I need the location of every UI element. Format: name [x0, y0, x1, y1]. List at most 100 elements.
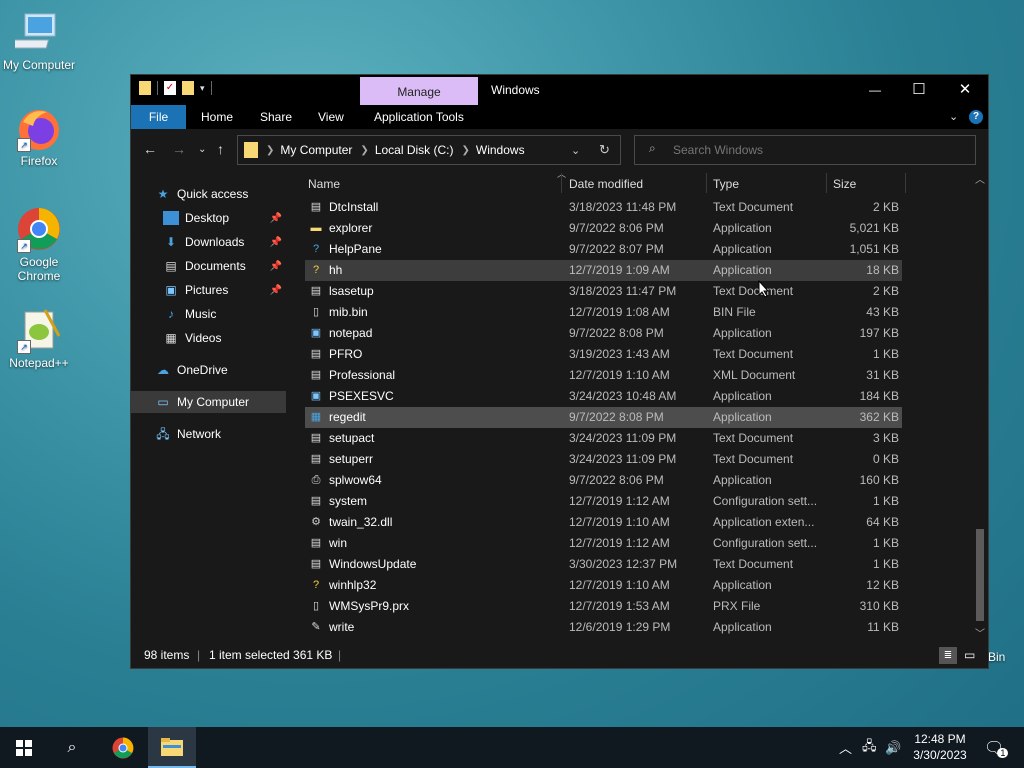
- show-hidden-icons[interactable]: ︿: [839, 727, 852, 768]
- tab-application-tools[interactable]: Application Tools: [374, 105, 464, 129]
- nav-pictures[interactable]: ▣ Pictures 📌: [131, 279, 286, 301]
- up-button[interactable]: ↑: [217, 141, 224, 157]
- notification-center[interactable]: 🗨 1: [984, 727, 1015, 768]
- file-row-windowsupdate[interactable]: ▤ WindowsUpdate 3/30/2023 12:37 PM Text Doc…: [305, 554, 902, 575]
- customize-qat-icon[interactable]: ▾: [200, 83, 205, 94]
- file-row-psexesvc[interactable]: ▣ PSEXESVC 3/24/2023 10:48 AM Application 18…: [305, 386, 902, 407]
- file-row-win[interactable]: ▤ win 12/7/2019 1:12 AM Configuration sett.…: [305, 533, 902, 554]
- taskbar-chrome[interactable]: [99, 727, 147, 768]
- tab-view[interactable]: View: [318, 105, 344, 129]
- file-row-setupact[interactable]: ▤ setupact 3/24/2023 11:09 PM Text Document…: [305, 428, 902, 449]
- file-row-hh[interactable]: ? hh 12/7/2019 1:09 AM Application 18 KB: [305, 260, 902, 281]
- nav-music[interactable]: ♪ Music: [131, 303, 286, 325]
- file-size: 5,021 KB: [849, 221, 899, 235]
- nav-desktop[interactable]: Desktop 📌: [131, 207, 286, 229]
- file-row-helppane[interactable]: ? HelpPane 9/7/2022 8:07 PM Application 1,05…: [305, 239, 902, 260]
- desktop-icon-notepadpp[interactable]: ↗ Notepad++: [1, 306, 77, 370]
- search-input[interactable]: [671, 141, 965, 159]
- column-header-type[interactable]: Type: [713, 169, 739, 197]
- volume-icon[interactable]: 🔊: [885, 727, 901, 768]
- details-view-icon[interactable]: ≣: [939, 647, 957, 664]
- pin-icon[interactable]: 📌: [270, 213, 282, 224]
- desktop-icon-my-computer[interactable]: My Computer: [1, 8, 77, 72]
- clock[interactable]: 12:48 PM 3/30/2023: [908, 731, 972, 763]
- taskbar-file-explorer[interactable]: [148, 727, 196, 768]
- breadcrumb-my-computer[interactable]: My Computer: [280, 143, 352, 157]
- minimize-button[interactable]: —: [852, 75, 898, 105]
- file-size: 184 KB: [859, 389, 899, 403]
- recent-locations-icon[interactable]: ⌄: [198, 144, 206, 155]
- dll-file-icon: ⚙: [311, 516, 321, 528]
- file-date: 12/7/2019 1:10 AM: [569, 368, 670, 382]
- file-row-write[interactable]: ✎ write 12/6/2019 1:29 PM Application 11 KB: [305, 617, 902, 638]
- new-folder-icon[interactable]: [182, 81, 194, 95]
- column-header-size[interactable]: Size: [833, 169, 856, 197]
- file-row-notepad[interactable]: ▣ notepad 9/7/2022 8:08 PM Application 197 K…: [305, 323, 902, 344]
- pin-icon[interactable]: 📌: [270, 261, 282, 272]
- nav-onedrive[interactable]: ☁ OneDrive: [131, 359, 286, 381]
- file-size: 12 KB: [866, 578, 899, 592]
- breadcrumb-local-disk[interactable]: Local Disk (C:): [375, 143, 454, 157]
- file-row-dtcinstall[interactable]: ▤ DtcInstall 3/18/2023 11:48 PM Text Docume…: [305, 197, 902, 218]
- breadcrumb-windows[interactable]: Windows: [476, 143, 525, 157]
- column-header-date[interactable]: Date modified: [569, 169, 643, 197]
- large-icons-view-icon[interactable]: ▭: [964, 643, 975, 668]
- tab-file[interactable]: File: [131, 105, 186, 129]
- search-button[interactable]: ⌕: [48, 727, 96, 768]
- file-row-pfro[interactable]: ▤ PFRO 3/19/2023 1:43 AM Text Document 1 KB: [305, 344, 902, 365]
- scroll-up-icon[interactable]: ︿: [975, 171, 985, 186]
- search-box[interactable]: ⌕: [634, 135, 976, 165]
- file-row-setuperr[interactable]: ▤ setuperr 3/24/2023 11:09 PM Text Document…: [305, 449, 902, 470]
- scroll-down-icon[interactable]: ﹀: [975, 625, 985, 640]
- properties-icon[interactable]: ✓: [164, 81, 176, 95]
- nav-quick-access[interactable]: ★ Quick access: [131, 183, 286, 205]
- file-row-splwow64[interactable]: ⎙ splwow64 9/7/2022 8:06 PM Application 160 …: [305, 470, 902, 491]
- nav-documents[interactable]: ▤ Documents 📌: [131, 255, 286, 277]
- file-row-twain-32-dll[interactable]: ⚙ twain_32.dll 12/7/2019 1:10 AM Applicatio…: [305, 512, 902, 533]
- help-app-icon: ?: [312, 243, 320, 255]
- help-icon[interactable]: ?: [969, 110, 983, 124]
- vertical-scrollbar[interactable]: ︿ ﹀: [972, 169, 988, 643]
- column-divider[interactable]: [561, 173, 562, 193]
- column-divider[interactable]: [706, 173, 707, 193]
- back-button[interactable]: ←: [143, 141, 157, 157]
- file-row-explorer[interactable]: ▬ explorer 9/7/2022 8:06 PM Application 5,02…: [305, 218, 902, 239]
- column-divider[interactable]: [826, 173, 827, 193]
- file-row-professional[interactable]: ▤ Professional 12/7/2019 1:10 AM XML Docume…: [305, 365, 902, 386]
- maximize-button[interactable]: ☐: [896, 75, 942, 105]
- nav-label: Downloads: [185, 235, 245, 249]
- file-name: setuperr: [329, 452, 374, 466]
- file-row-regedit[interactable]: ▦ regedit 9/7/2022 8:08 PM Application 362 K…: [305, 407, 902, 428]
- address-bar[interactable]: ❯ My Computer ❯ Local Disk (C:) ❯ Window…: [237, 135, 621, 165]
- pin-icon[interactable]: 📌: [270, 237, 282, 248]
- pin-icon[interactable]: 📌: [270, 285, 282, 296]
- start-button[interactable]: [0, 727, 48, 768]
- refresh-icon[interactable]: ↻: [599, 142, 610, 158]
- nav-downloads[interactable]: ⬇ Downloads 📌: [131, 231, 286, 253]
- nav-videos[interactable]: ▦ Videos: [131, 327, 286, 349]
- expand-ribbon-icon[interactable]: ⌄: [949, 105, 958, 129]
- nav-network[interactable]: 🖧 Network: [131, 423, 286, 445]
- address-dropdown-icon[interactable]: ⌄: [571, 144, 580, 157]
- file-row-wmsyspr9-prx[interactable]: ▯ WMSysPr9.prx 12/7/2019 1:53 AM PRX File 31…: [305, 596, 902, 617]
- manage-context-tab[interactable]: Manage: [360, 77, 478, 105]
- column-header-name[interactable]: Name: [308, 169, 340, 197]
- desktop-icon-firefox[interactable]: ↗ Firefox: [1, 104, 77, 168]
- column-divider[interactable]: [905, 173, 906, 193]
- file-size: 0 KB: [872, 452, 899, 466]
- close-button[interactable]: ✕: [942, 75, 988, 105]
- file-row-system[interactable]: ▤ system 12/7/2019 1:12 AM Configuration se…: [305, 491, 902, 512]
- file-type: Text Document: [713, 284, 794, 298]
- file-row-winhlp32[interactable]: ? winhlp32 12/7/2019 1:10 AM Application 12 …: [305, 575, 902, 596]
- tab-share[interactable]: Share: [260, 105, 292, 129]
- tab-home[interactable]: Home: [201, 105, 233, 129]
- file-row-lsasetup[interactable]: ▤ lsasetup 3/18/2023 11:47 PM Text Document…: [305, 281, 902, 302]
- nav-my-computer[interactable]: ▭ My Computer: [131, 391, 286, 413]
- forward-button[interactable]: →: [172, 141, 186, 157]
- file-row-mib-bin[interactable]: ▯ mib.bin 12/7/2019 1:08 AM BIN File 43 KB: [305, 302, 902, 323]
- recycle-bin-label[interactable]: Bin: [988, 650, 1005, 664]
- network-icon[interactable]: 🖧: [862, 727, 877, 768]
- scrollbar-thumb[interactable]: [976, 529, 984, 621]
- text-file-icon: ▤: [310, 432, 322, 444]
- desktop-icon-chrome[interactable]: ↗ Google Chrome: [1, 205, 77, 283]
